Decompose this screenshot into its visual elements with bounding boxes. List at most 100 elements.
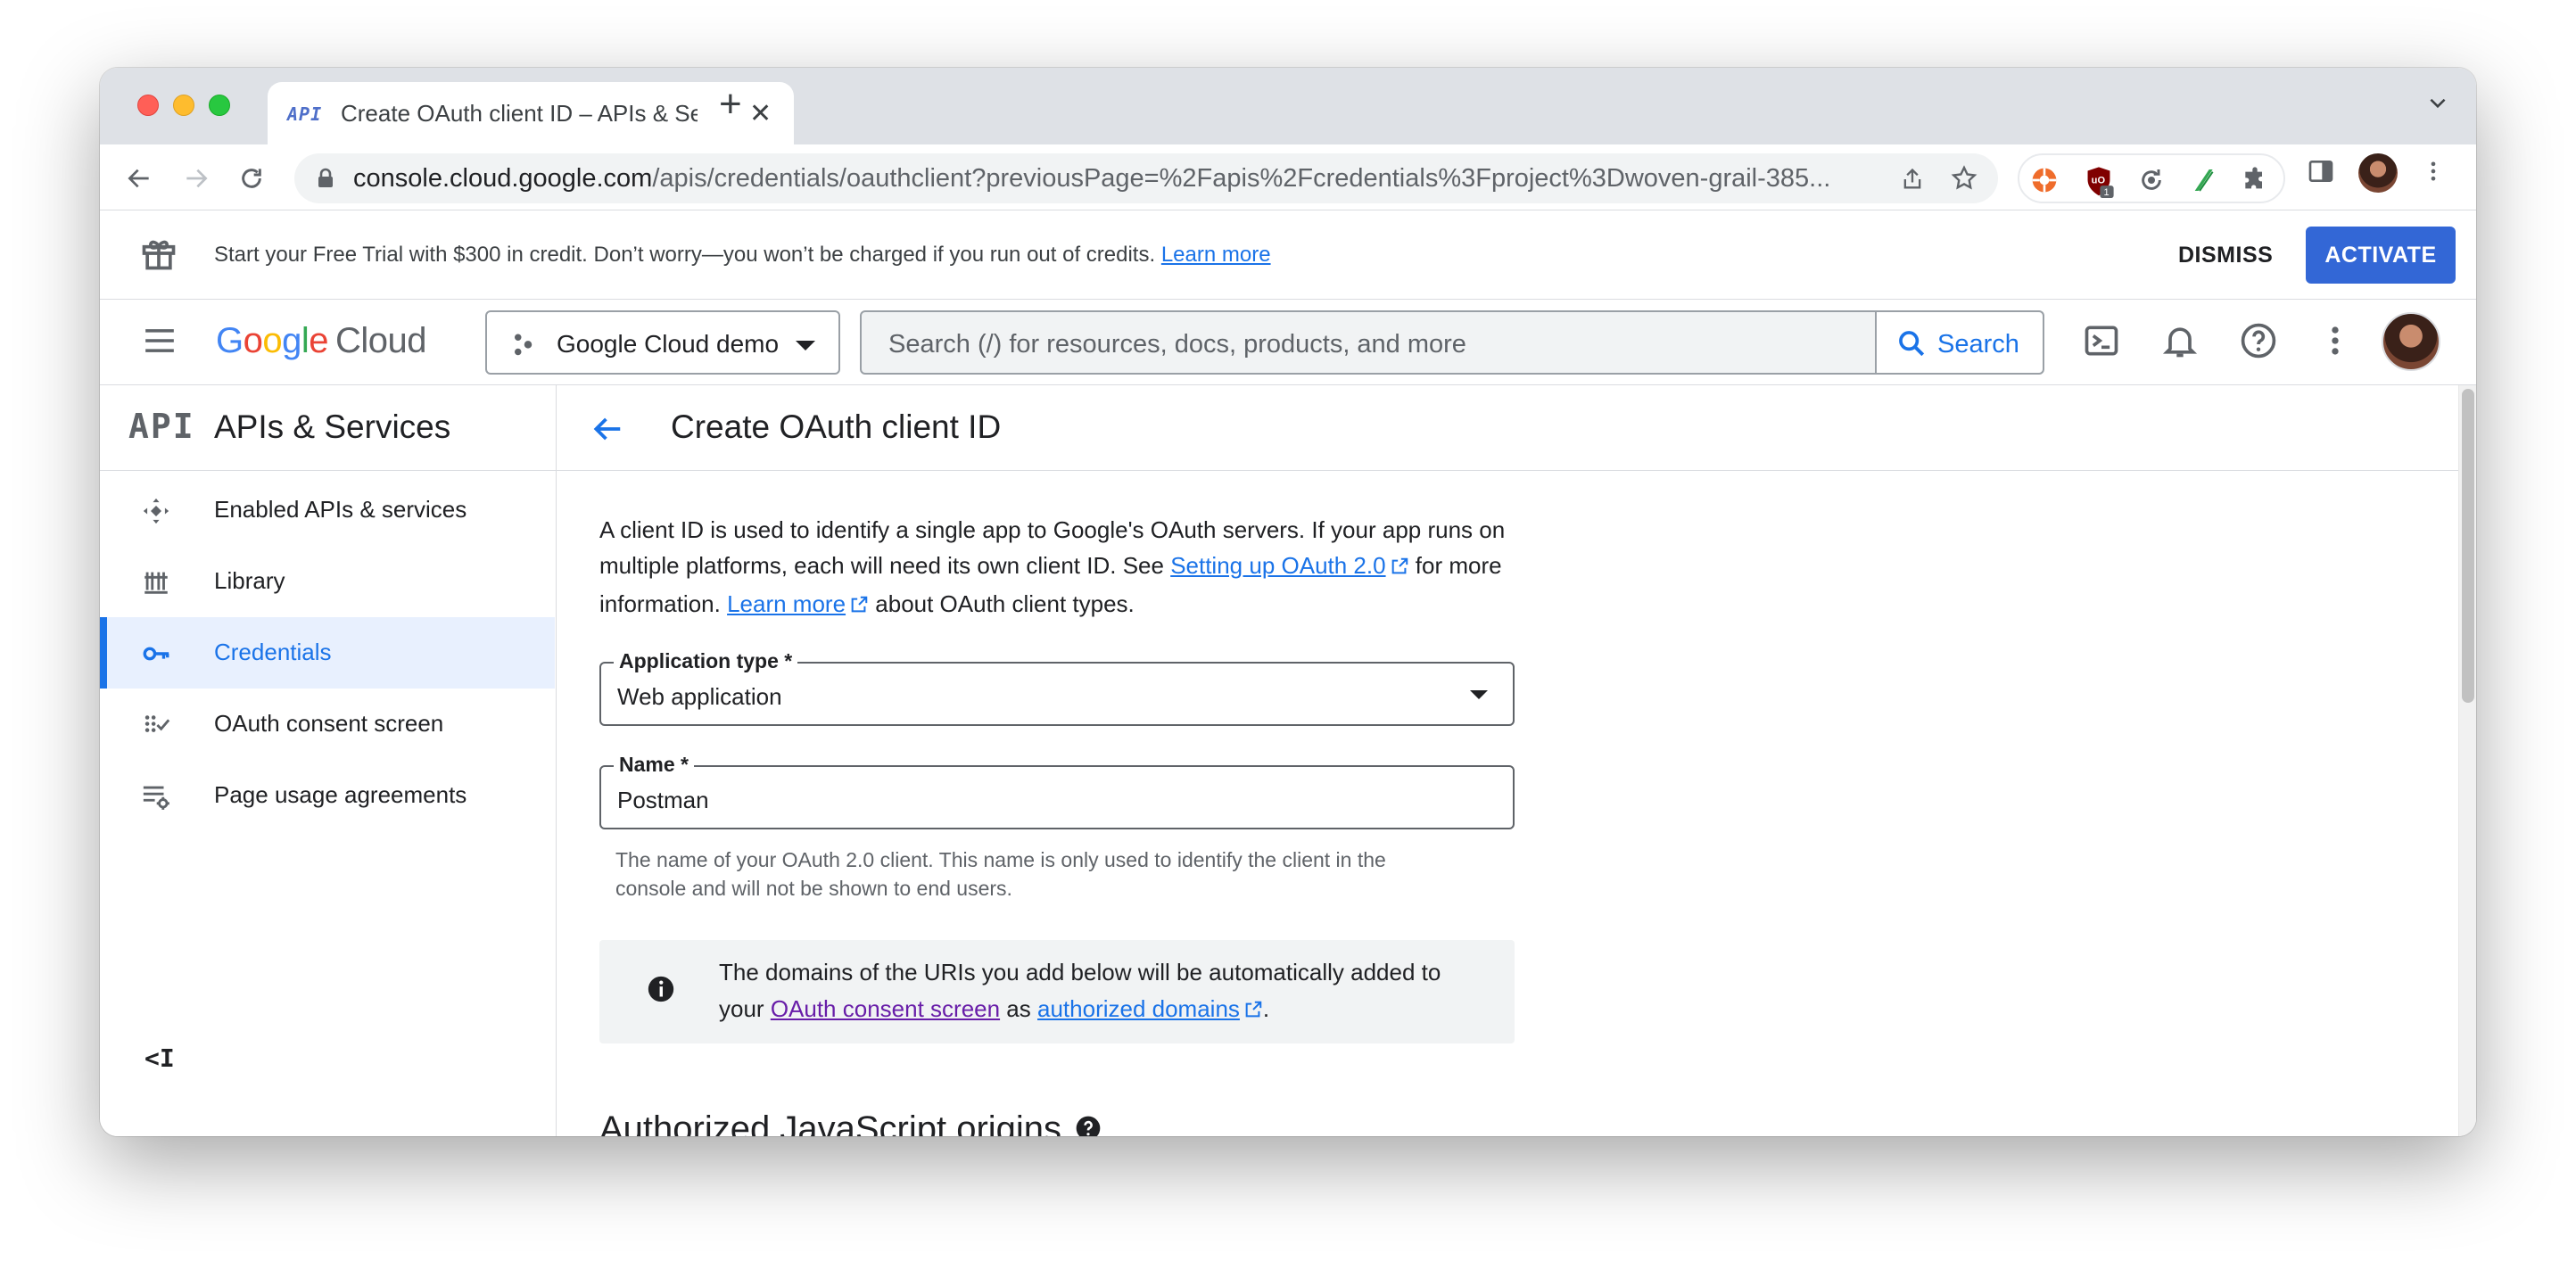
info-icon <box>646 974 676 1009</box>
sidebar-item-label: Credentials <box>214 639 332 665</box>
hamburger-menu-icon[interactable] <box>143 326 177 359</box>
browser-window: API Create OAuth client ID – APIs & Serv… <box>100 68 2476 1136</box>
application-type-select[interactable]: Application type * Web application <box>599 649 1515 726</box>
tab-strip: API Create OAuth client ID – APIs & Serv… <box>100 68 2476 146</box>
search-button[interactable]: Search <box>1875 312 2043 373</box>
help-circle-icon[interactable] <box>1074 1111 1102 1136</box>
back-arrow-icon[interactable] <box>125 164 153 197</box>
extensions-puzzle-icon[interactable] <box>2241 166 2269 199</box>
url-text[interactable]: console.cloud.google.com/apis/credential… <box>353 164 1905 194</box>
learn-more-link[interactable]: Learn more <box>727 590 846 617</box>
search-icon <box>1896 328 1927 363</box>
intro-paragraph: A client ID is used to identify a single… <box>599 512 1536 624</box>
sidebar-item-label: Library <box>214 567 285 594</box>
banner-message: Start your Free Trial with $300 in credi… <box>214 243 1271 267</box>
notifications-bell-icon[interactable] <box>2160 321 2200 365</box>
external-link-icon <box>1243 994 1263 1030</box>
new-tab-button[interactable]: + <box>719 82 742 127</box>
sidebar-item-library[interactable]: Library <box>100 546 555 617</box>
main-content: Create OAuth client ID A client ID is us… <box>557 385 2476 1136</box>
minimize-window-button[interactable] <box>173 95 194 116</box>
reload-icon[interactable] <box>237 164 266 197</box>
domains-info-box: The domains of the URIs you add below wi… <box>599 940 1515 1043</box>
consent-icon <box>141 710 171 745</box>
domains-info-text: The domains of the URIs you add below wi… <box>719 954 1486 1030</box>
maximize-window-button[interactable] <box>209 95 230 116</box>
sidebar-item-label: Enabled APIs & services <box>214 496 467 523</box>
search-button-label: Search <box>1937 330 2019 359</box>
dismiss-button[interactable]: DISMISS <box>2178 243 2273 268</box>
svg-text:1: 1 <box>2104 187 2110 198</box>
application-type-label: Application type * <box>614 649 798 673</box>
page-header: Create OAuth client ID <box>557 385 2476 471</box>
tab-title: Create OAuth client ID – APIs & Services <box>341 100 698 127</box>
scrollbar-thumb[interactable] <box>2462 389 2474 703</box>
api-logo-icon: API <box>128 407 195 446</box>
authorized-js-origins-heading: Authorized JavaScript origins <box>599 1109 1102 1136</box>
banner-learn-more-link[interactable]: Learn more <box>1161 243 1271 267</box>
side-panel-icon[interactable] <box>2307 157 2335 190</box>
sidebar-item-oauth-consent[interactable]: OAuth consent screen <box>100 689 555 760</box>
authorized-domains-link[interactable]: authorized domains <box>1037 995 1240 1022</box>
back-arrow-icon[interactable] <box>590 412 624 450</box>
tab-close-icon[interactable]: ✕ <box>749 98 772 129</box>
name-hint: The name of your OAuth 2.0 client. This … <box>615 848 1386 900</box>
account-avatar[interactable] <box>2382 312 2440 371</box>
name-label: Name * <box>614 753 694 777</box>
activate-button[interactable]: ACTIVATE <box>2306 227 2456 284</box>
oauth-consent-screen-link[interactable]: OAuth consent screen <box>771 995 1000 1022</box>
sidebar-item-page-usage[interactable]: Page usage agreements <box>100 760 555 831</box>
free-trial-banner: Start your Free Trial with $300 in credi… <box>100 210 2476 300</box>
form-area: A client ID is used to identify a single… <box>557 471 2476 1136</box>
ublock-shield-icon[interactable]: uO 1 <box>2084 166 2114 202</box>
search-input[interactable]: Search (/) for resources, docs, products… <box>888 330 1466 359</box>
cloud-shell-icon[interactable] <box>2082 321 2121 365</box>
library-icon <box>141 567 171 602</box>
project-name: Google Cloud demo <box>557 330 780 358</box>
browser-toolbar: console.cloud.google.com/apis/credential… <box>100 144 2476 210</box>
scrollbar[interactable] <box>2458 385 2476 1136</box>
name-field[interactable]: Name * Postman <box>599 753 1515 829</box>
help-icon[interactable] <box>2239 321 2278 365</box>
active-tab[interactable]: API Create OAuth client ID – APIs & Serv… <box>268 82 794 146</box>
browser-menu-icon[interactable] <box>2421 157 2446 190</box>
browser-profile-avatar[interactable] <box>2358 153 2398 193</box>
tab-search-chevron-icon[interactable] <box>2426 91 2449 119</box>
key-icon <box>141 639 171 673</box>
svg-text:uO: uO <box>2092 175 2106 186</box>
setting-up-oauth-link[interactable]: Setting up OAuth 2.0 <box>1170 552 1385 579</box>
api-favicon-icon: API <box>287 103 323 125</box>
project-dropdown-caret-icon <box>796 341 815 350</box>
google-cloud-logo[interactable]: Google Cloud <box>216 321 427 361</box>
project-dots-icon <box>510 332 537 363</box>
collapse-sidebar-icon[interactable]: <I <box>144 1043 175 1073</box>
bookmark-star-icon[interactable] <box>1950 164 1978 197</box>
share-icon[interactable] <box>1900 166 1925 197</box>
external-link-icon <box>1390 550 1409 586</box>
sidebar-item-enabled-apis[interactable]: Enabled APIs & services <box>100 474 555 546</box>
sidebar-item-label: Page usage agreements <box>214 781 467 808</box>
address-bar[interactable]: console.cloud.google.com/apis/credential… <box>294 153 1998 203</box>
sidebar-header: API APIs & Services <box>100 385 556 471</box>
gift-icon <box>139 234 178 277</box>
search-bar[interactable]: Search (/) for resources, docs, products… <box>860 310 2044 375</box>
application-type-value: Web application <box>617 683 782 710</box>
extensions-group: uO 1 <box>2018 153 2285 203</box>
logo-google-text: Google <box>216 321 329 360</box>
cloud-header: Google Cloud Google Cloud demo Search (/)… <box>100 300 2476 385</box>
forward-arrow-icon[interactable] <box>182 164 211 197</box>
sync-extension-icon[interactable] <box>2137 166 2166 199</box>
orange-extension-icon[interactable] <box>2030 166 2059 199</box>
page-title: Create OAuth client ID <box>671 408 1002 445</box>
sidebar-item-credentials[interactable]: Credentials <box>100 617 555 689</box>
sidebar-item-label: OAuth consent screen <box>214 710 444 737</box>
sidebar: API APIs & Services Enabled APIs & servi… <box>100 385 557 1136</box>
close-window-button[interactable] <box>137 95 159 116</box>
green-pen-extension-icon[interactable] <box>2189 166 2217 199</box>
lock-icon[interactable] <box>316 168 335 194</box>
dropdown-caret-icon <box>1470 690 1488 699</box>
name-input[interactable]: Postman <box>617 787 709 814</box>
more-options-icon[interactable] <box>2316 321 2355 365</box>
project-picker[interactable]: Google Cloud demo <box>485 310 840 375</box>
settings-list-icon <box>141 781 171 816</box>
